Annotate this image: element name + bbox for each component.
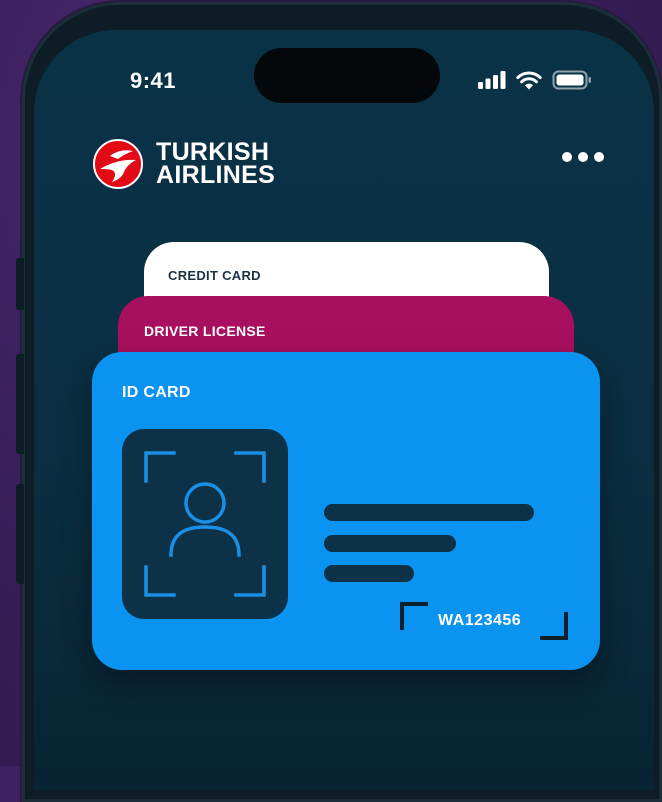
driver-license-label: DRIVER LICENSE — [144, 323, 266, 339]
wifi-icon — [516, 70, 542, 89]
status-time: 9:41 — [130, 68, 177, 93]
dynamic-island — [254, 48, 440, 103]
id-card[interactable]: ID CARD WA123456 — [92, 352, 600, 670]
id-info-line-3 — [324, 565, 414, 582]
phone-screen: 9:41 TURKISH AIRLINES CREDIT CARD DRIVER… — [34, 30, 654, 790]
scan-corner-left-icon — [400, 602, 428, 630]
scan-corner-right-icon — [540, 612, 568, 640]
brand-logo: TURKISH AIRLINES — [92, 138, 275, 190]
more-dots-icon — [562, 152, 572, 162]
side-button-volume-up — [16, 354, 24, 454]
more-options-button[interactable] — [562, 152, 604, 162]
turkish-airlines-logo — [93, 139, 143, 189]
status-icons — [478, 70, 592, 90]
signal-bars-icon — [478, 71, 506, 89]
more-dot — [594, 152, 604, 162]
id-document-number: WA123456 — [438, 612, 522, 629]
id-photo-box — [122, 429, 288, 619]
id-info-line-1 — [324, 504, 534, 521]
side-button-volume-down — [16, 484, 24, 584]
side-button-mute — [16, 258, 24, 310]
battery-icon — [552, 70, 591, 90]
brand-name: TURKISH AIRLINES — [156, 140, 276, 189]
more-dot — [578, 152, 588, 162]
person-scan-icon — [144, 451, 266, 597]
brand-line-2: AIRLINES — [156, 161, 276, 189]
id-card-label: ID CARD — [122, 384, 191, 401]
id-info-line-2 — [324, 535, 456, 552]
credit-card-label: CREDIT CARD — [168, 268, 261, 283]
